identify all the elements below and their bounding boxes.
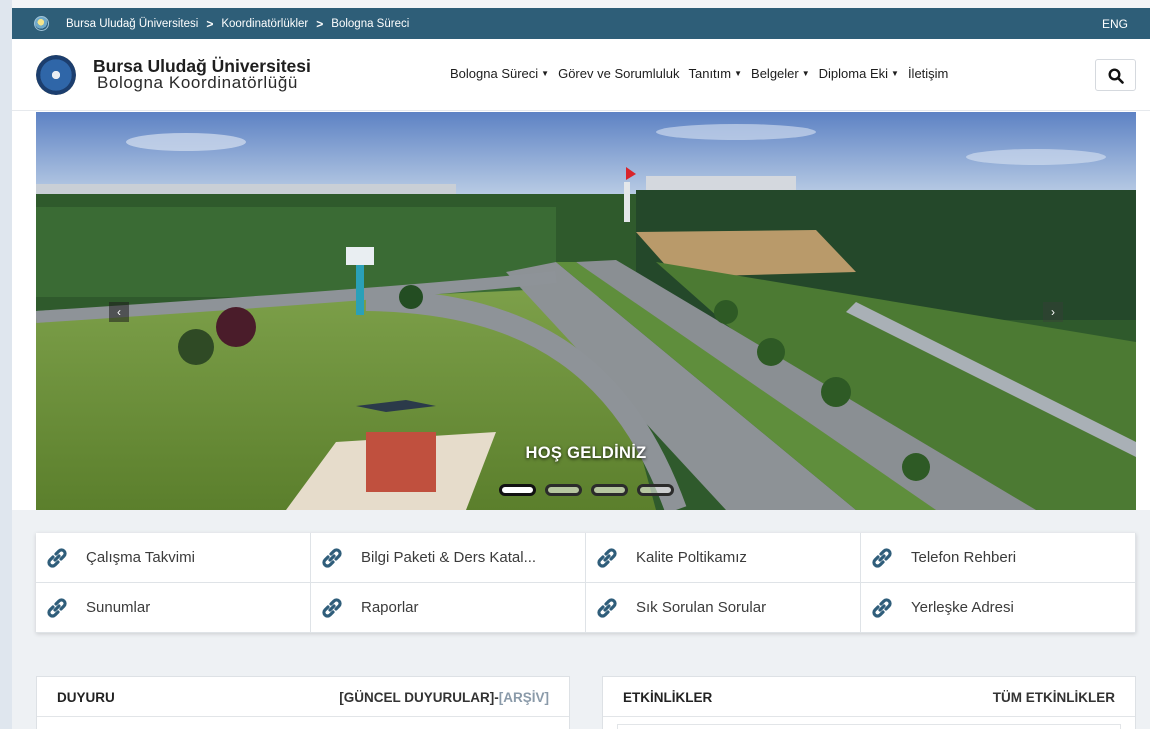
- breadcrumb-bologna[interactable]: Bologna Süreci: [331, 18, 409, 30]
- quick-link-label: Bilgi Paketi & Ders Katal...: [361, 549, 537, 566]
- nav-label: İletişim: [907, 66, 949, 81]
- quick-link-raporlar[interactable]: Raporlar: [311, 583, 586, 633]
- quick-link-telefon-rehberi[interactable]: Telefon Rehberi: [861, 533, 1136, 583]
- link-icon: [872, 548, 892, 568]
- quick-links-section: Çalışma Takvimi Bilgi Paketi & Ders Kata…: [12, 510, 1150, 656]
- site-subtitle[interactable]: Bologna Koordinatörlüğü: [97, 73, 298, 93]
- search-icon: [1108, 68, 1124, 84]
- quick-link-label: Telefon Rehberi: [911, 549, 1017, 566]
- current-announcements-link[interactable]: [GÜNCEL DUYURULAR]-: [339, 690, 499, 705]
- link-icon: [47, 548, 67, 568]
- quick-link-sik-sorulan-sorular[interactable]: Sık Sorulan Sorular: [586, 583, 861, 633]
- caret-down-icon: ▼: [891, 69, 899, 78]
- quick-link-bilgi-paketi[interactable]: Bilgi Paketi & Ders Katal...: [311, 533, 586, 583]
- link-icon: [322, 598, 342, 618]
- quick-link-calisma-takvimi[interactable]: Çalışma Takvimi: [36, 533, 311, 583]
- main-nav: Bologna Süreci ▼ Görev ve Sorumluluk Tanı…: [450, 66, 948, 81]
- nav-iletisim[interactable]: İletişim: [908, 66, 948, 81]
- slider-indicator-3[interactable]: [591, 484, 628, 496]
- news-section: DUYURU [GÜNCEL DUYURULAR]-[ARŞİV] ETKİNL…: [12, 656, 1150, 729]
- caret-down-icon: ▼: [801, 69, 810, 78]
- all-events-link[interactable]: TÜM ETKİNLİKLER: [993, 690, 1115, 705]
- announcements-links: [GÜNCEL DUYURULAR]-[ARŞİV]: [339, 690, 549, 705]
- nav-gorev-ve-sorumluluk[interactable]: Görev ve Sorumluluk: [558, 66, 679, 81]
- quick-link-kalite-politikamiz[interactable]: Kalite Poltikamız: [586, 533, 861, 583]
- link-icon: [47, 598, 67, 618]
- quick-link-label: Yerleşke Adresi: [911, 599, 1014, 616]
- caret-down-icon: ▼: [541, 69, 550, 78]
- quick-link-sunumlar[interactable]: Sunumlar: [36, 583, 311, 633]
- slider-indicators: [499, 484, 674, 496]
- quick-link-label: Kalite Poltikamız: [636, 549, 747, 566]
- site-header: Bursa Uludağ Üniversitesi Bologna Koordi…: [12, 39, 1150, 111]
- slider-prev-button[interactable]: ‹: [109, 302, 129, 322]
- link-icon: [597, 598, 617, 618]
- university-logo[interactable]: [36, 55, 76, 95]
- page: Bursa Uludağ Üniversitesi > Koordinatörl…: [12, 0, 1150, 729]
- events-title: ETKİNLİKLER: [623, 690, 713, 705]
- language-switch[interactable]: ENG: [1102, 17, 1128, 31]
- nav-diploma-eki[interactable]: Diploma Eki ▼: [819, 66, 899, 81]
- nav-label: Bologna Süreci: [450, 66, 539, 81]
- nav-label: Görev ve Sorumluluk: [558, 66, 680, 81]
- quick-link-label: Çalışma Takvimi: [86, 549, 195, 566]
- caret-down-icon: ▼: [734, 69, 743, 78]
- event-card[interactable]: [617, 724, 1121, 729]
- quick-link-label: Sık Sorulan Sorular: [636, 599, 767, 616]
- globe-icon: [34, 16, 49, 31]
- quick-links: Çalışma Takvimi Bilgi Paketi & Ders Kata…: [36, 533, 1136, 633]
- link-icon: [872, 598, 892, 618]
- breadcrumb-bar: Bursa Uludağ Üniversitesi > Koordinatörl…: [12, 8, 1150, 39]
- top-strip: [12, 0, 1150, 8]
- events-panel: ETKİNLİKLER TÜM ETKİNLİKLER: [602, 676, 1136, 729]
- archive-link[interactable]: [ARŞİV]: [499, 690, 549, 705]
- announcements-header: DUYURU [GÜNCEL DUYURULAR]-[ARŞİV]: [37, 677, 569, 717]
- chevron-right-icon: ›: [1051, 305, 1055, 319]
- search-button[interactable]: [1095, 59, 1136, 91]
- breadcrumb-university[interactable]: Bursa Uludağ Üniversitesi: [66, 18, 198, 30]
- chevron-left-icon: ‹: [117, 305, 121, 319]
- link-icon: [597, 548, 617, 568]
- hero-slider[interactable]: ‹ › HOŞ GELDİNİZ: [36, 112, 1136, 510]
- announcements-title: DUYURU: [57, 690, 115, 705]
- nav-label: Belgeler: [751, 66, 799, 81]
- breadcrumb-coordinators[interactable]: Koordinatörlükler: [221, 18, 308, 30]
- nav-tanitim[interactable]: Tanıtım ▼: [688, 66, 742, 81]
- breadcrumb: Bursa Uludağ Üniversitesi > Koordinatörl…: [66, 17, 409, 31]
- slider-next-button[interactable]: ›: [1043, 302, 1063, 322]
- hero-caption: HOŞ GELDİNİZ: [525, 444, 647, 462]
- quick-link-yerleske-adresi[interactable]: Yerleşke Adresi: [861, 583, 1136, 633]
- nav-belgeler[interactable]: Belgeler ▼: [751, 66, 810, 81]
- link-icon: [322, 548, 342, 568]
- quick-link-label: Sunumlar: [86, 599, 151, 616]
- nav-label: Diploma Eki: [818, 66, 889, 81]
- chevron-right-icon: >: [316, 17, 324, 31]
- nav-bologna-sureci[interactable]: Bologna Süreci ▼: [450, 66, 549, 81]
- slider-indicator-1[interactable]: [499, 484, 536, 496]
- nav-label: Tanıtım: [688, 66, 732, 81]
- slider-indicator-2[interactable]: [545, 484, 582, 496]
- events-header: ETKİNLİKLER TÜM ETKİNLİKLER: [603, 677, 1135, 717]
- announcements-panel: DUYURU [GÜNCEL DUYURULAR]-[ARŞİV]: [36, 676, 570, 729]
- chevron-right-icon: >: [206, 17, 214, 31]
- slider-indicator-4[interactable]: [637, 484, 674, 496]
- quick-link-label: Raporlar: [361, 599, 419, 616]
